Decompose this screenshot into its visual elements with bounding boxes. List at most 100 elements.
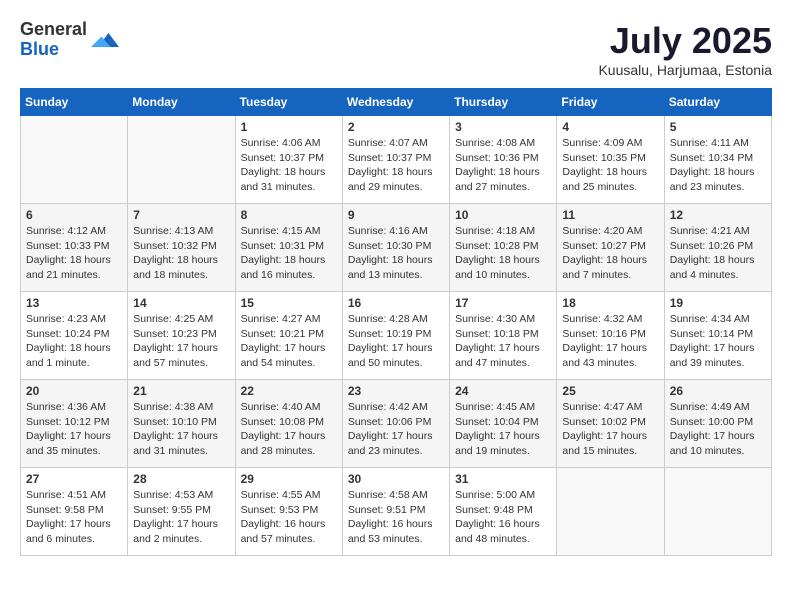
- day-number: 2: [348, 120, 444, 134]
- calendar-week-row: 1 Sunrise: 4:06 AMSunset: 10:37 PMDayligh…: [21, 116, 772, 204]
- calendar-cell: 1 Sunrise: 4:06 AMSunset: 10:37 PMDayligh…: [235, 116, 342, 204]
- day-number: 29: [241, 472, 337, 486]
- cell-info: Sunrise: 5:00 AMSunset: 9:48 PMDaylight:…: [455, 488, 551, 547]
- calendar-week-row: 27 Sunrise: 4:51 AMSunset: 9:58 PMDayligh…: [21, 468, 772, 556]
- month-year: July 2025: [598, 20, 772, 62]
- calendar-day-header: Saturday: [664, 89, 771, 116]
- calendar-cell: 18 Sunrise: 4:32 AMSunset: 10:16 PMDaylig…: [557, 292, 664, 380]
- calendar-cell: 31 Sunrise: 5:00 AMSunset: 9:48 PMDayligh…: [450, 468, 557, 556]
- day-number: 9: [348, 208, 444, 222]
- calendar-cell: [557, 468, 664, 556]
- calendar-cell: 7Sunrise: 4:13 AMSunset: 10:32 PMDayligh…: [128, 204, 235, 292]
- calendar-cell: 16 Sunrise: 4:28 AMSunset: 10:19 PMDaylig…: [342, 292, 449, 380]
- calendar-header-row: SundayMondayTuesdayWednesdayThursdayFrid…: [21, 89, 772, 116]
- calendar-cell: 13 Sunrise: 4:23 AMSunset: 10:24 PMDaylig…: [21, 292, 128, 380]
- cell-info: Sunrise: 4:53 AMSunset: 9:55 PMDaylight:…: [133, 488, 229, 547]
- cell-info: Sunrise: 4:11 AMSunset: 10:34 PMDaylight…: [670, 136, 766, 195]
- cell-info: Sunrise: 4:55 AMSunset: 9:53 PMDaylight:…: [241, 488, 337, 547]
- day-number: 8: [241, 208, 337, 222]
- calendar-cell: 24Sunrise: 4:45 AMSunset: 10:04 PMDaylig…: [450, 380, 557, 468]
- calendar-week-row: 13 Sunrise: 4:23 AMSunset: 10:24 PMDaylig…: [21, 292, 772, 380]
- cell-info: Sunrise: 4:38 AMSunset: 10:10 PMDaylight…: [133, 400, 229, 459]
- calendar-day-header: Thursday: [450, 89, 557, 116]
- day-number: 10: [455, 208, 551, 222]
- day-number: 21: [133, 384, 229, 398]
- calendar-cell: 20 Sunrise: 4:36 AMSunset: 10:12 PMDaylig…: [21, 380, 128, 468]
- calendar-cell: [128, 116, 235, 204]
- calendar-cell: 11 Sunrise: 4:20 AMSunset: 10:27 PMDaylig…: [557, 204, 664, 292]
- cell-info: Sunrise: 4:45 AMSunset: 10:04 PMDaylight…: [455, 400, 551, 459]
- day-number: 22: [241, 384, 337, 398]
- calendar-cell: [664, 468, 771, 556]
- cell-info: Sunrise: 4:20 AMSunset: 10:27 PMDaylight…: [562, 224, 658, 283]
- day-number: 14: [133, 296, 229, 310]
- cell-info: Sunrise: 4:16 AMSunset: 10:30 PMDaylight…: [348, 224, 444, 283]
- cell-info: Sunrise: 4:40 AMSunset: 10:08 PMDaylight…: [241, 400, 337, 459]
- cell-info: Sunrise: 4:25 AMSunset: 10:23 PMDaylight…: [133, 312, 229, 371]
- day-number: 18: [562, 296, 658, 310]
- logo-icon: [91, 26, 119, 54]
- day-number: 16: [348, 296, 444, 310]
- cell-info: Sunrise: 4:06 AMSunset: 10:37 PMDaylight…: [241, 136, 337, 195]
- calendar-cell: 9 Sunrise: 4:16 AMSunset: 10:30 PMDayligh…: [342, 204, 449, 292]
- calendar-cell: 15Sunrise: 4:27 AMSunset: 10:21 PMDaylig…: [235, 292, 342, 380]
- logo-blue-text: Blue: [20, 40, 87, 60]
- day-number: 25: [562, 384, 658, 398]
- logo: General Blue: [20, 20, 119, 60]
- day-number: 3: [455, 120, 551, 134]
- calendar-cell: 21 Sunrise: 4:38 AMSunset: 10:10 PMDaylig…: [128, 380, 235, 468]
- cell-info: Sunrise: 4:51 AMSunset: 9:58 PMDaylight:…: [26, 488, 122, 547]
- calendar-cell: 2Sunrise: 4:07 AMSunset: 10:37 PMDayligh…: [342, 116, 449, 204]
- day-number: 1: [241, 120, 337, 134]
- cell-info: Sunrise: 4:32 AMSunset: 10:16 PMDaylight…: [562, 312, 658, 371]
- calendar-cell: 22 Sunrise: 4:40 AMSunset: 10:08 PMDaylig…: [235, 380, 342, 468]
- cell-info: Sunrise: 4:21 AMSunset: 10:26 PMDaylight…: [670, 224, 766, 283]
- day-number: 4: [562, 120, 658, 134]
- calendar-cell: 14 Sunrise: 4:25 AMSunset: 10:23 PMDaylig…: [128, 292, 235, 380]
- cell-info: Sunrise: 4:58 AMSunset: 9:51 PMDaylight:…: [348, 488, 444, 547]
- day-number: 28: [133, 472, 229, 486]
- day-number: 6: [26, 208, 122, 222]
- calendar-day-header: Wednesday: [342, 89, 449, 116]
- calendar-day-header: Sunday: [21, 89, 128, 116]
- calendar-cell: 19 Sunrise: 4:34 AMSunset: 10:14 PMDaylig…: [664, 292, 771, 380]
- cell-info: Sunrise: 4:18 AMSunset: 10:28 PMDaylight…: [455, 224, 551, 283]
- day-number: 23: [348, 384, 444, 398]
- day-number: 30: [348, 472, 444, 486]
- calendar-cell: 10 Sunrise: 4:18 AMSunset: 10:28 PMDaylig…: [450, 204, 557, 292]
- day-number: 11: [562, 208, 658, 222]
- calendar-cell: 6Sunrise: 4:12 AMSunset: 10:33 PMDayligh…: [21, 204, 128, 292]
- cell-info: Sunrise: 4:08 AMSunset: 10:36 PMDaylight…: [455, 136, 551, 195]
- cell-info: Sunrise: 4:34 AMSunset: 10:14 PMDaylight…: [670, 312, 766, 371]
- calendar-cell: 26 Sunrise: 4:49 AMSunset: 10:00 PMDaylig…: [664, 380, 771, 468]
- cell-info: Sunrise: 4:23 AMSunset: 10:24 PMDaylight…: [26, 312, 122, 371]
- calendar-cell: 17Sunrise: 4:30 AMSunset: 10:18 PMDaylig…: [450, 292, 557, 380]
- calendar-cell: 27 Sunrise: 4:51 AMSunset: 9:58 PMDayligh…: [21, 468, 128, 556]
- day-number: 31: [455, 472, 551, 486]
- day-number: 5: [670, 120, 766, 134]
- day-number: 20: [26, 384, 122, 398]
- calendar-table: SundayMondayTuesdayWednesdayThursdayFrid…: [20, 88, 772, 556]
- calendar-cell: 5 Sunrise: 4:11 AMSunset: 10:34 PMDayligh…: [664, 116, 771, 204]
- calendar-cell: 12Sunrise: 4:21 AMSunset: 10:26 PMDaylig…: [664, 204, 771, 292]
- day-number: 27: [26, 472, 122, 486]
- cell-info: Sunrise: 4:28 AMSunset: 10:19 PMDaylight…: [348, 312, 444, 371]
- calendar-cell: 25Sunrise: 4:47 AMSunset: 10:02 PMDaylig…: [557, 380, 664, 468]
- calendar-week-row: 6Sunrise: 4:12 AMSunset: 10:33 PMDayligh…: [21, 204, 772, 292]
- calendar-cell: [21, 116, 128, 204]
- day-number: 13: [26, 296, 122, 310]
- day-number: 26: [670, 384, 766, 398]
- cell-info: Sunrise: 4:15 AMSunset: 10:31 PMDaylight…: [241, 224, 337, 283]
- day-number: 19: [670, 296, 766, 310]
- calendar-day-header: Tuesday: [235, 89, 342, 116]
- calendar-cell: 4Sunrise: 4:09 AMSunset: 10:35 PMDayligh…: [557, 116, 664, 204]
- calendar-day-header: Monday: [128, 89, 235, 116]
- calendar-cell: 3 Sunrise: 4:08 AMSunset: 10:36 PMDayligh…: [450, 116, 557, 204]
- page-header: General Blue July 2025 Kuusalu, Harjumaa…: [20, 20, 772, 78]
- cell-info: Sunrise: 4:49 AMSunset: 10:00 PMDaylight…: [670, 400, 766, 459]
- cell-info: Sunrise: 4:13 AMSunset: 10:32 PMDaylight…: [133, 224, 229, 283]
- cell-info: Sunrise: 4:36 AMSunset: 10:12 PMDaylight…: [26, 400, 122, 459]
- cell-info: Sunrise: 4:42 AMSunset: 10:06 PMDaylight…: [348, 400, 444, 459]
- day-number: 15: [241, 296, 337, 310]
- calendar-cell: 23 Sunrise: 4:42 AMSunset: 10:06 PMDaylig…: [342, 380, 449, 468]
